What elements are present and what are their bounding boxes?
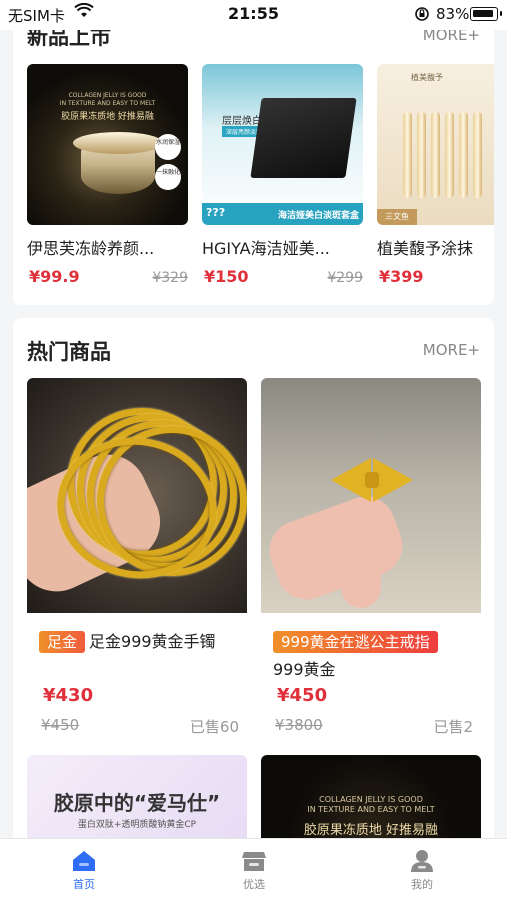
image-banner: ??? 海洁娅美白淡斑套盒 bbox=[202, 203, 363, 225]
new-product-card[interactable]: 植美馥予 三文鱼 植美馥予涂抹 ¥399 bbox=[377, 64, 494, 292]
product-price: ¥99.9 bbox=[29, 267, 80, 286]
image-caption: COLLAGEN JELLY IS GOOD bbox=[319, 795, 423, 804]
finger-graphic bbox=[341, 498, 381, 608]
product-price: ¥399 bbox=[379, 267, 424, 286]
jar-lid-graphic bbox=[73, 132, 163, 154]
product-name: 999黄金 bbox=[273, 660, 336, 679]
vial-graphic bbox=[403, 112, 412, 198]
product-original-price: ¥450 bbox=[41, 716, 80, 734]
image-caption: 层层焕白 bbox=[222, 116, 262, 127]
tab-label: 首页 bbox=[73, 878, 95, 891]
product-original-price: ¥329 bbox=[152, 270, 188, 286]
vial-graphic bbox=[417, 112, 426, 198]
image-caption: IN TEXTURE AND EASY TO MELT bbox=[307, 805, 435, 814]
product-name: 伊思芙冻龄养颜... bbox=[27, 239, 155, 258]
product-price: ¥150 bbox=[204, 267, 249, 286]
product-tag: 999黄金在逃公主戒指 bbox=[273, 631, 438, 653]
image-badge: 水润保湿 bbox=[155, 134, 181, 160]
image-caption: 胶原果冻质地 好推易融 bbox=[303, 823, 439, 838]
image-caption: 胶原中的“爱马仕” bbox=[53, 791, 221, 815]
battery-icon bbox=[470, 7, 502, 21]
hot-products-section: 热门商品 MORE+ 足金 足金999黄金手镯 ¥430 ¥450 已售60 99… bbox=[13, 318, 494, 858]
image-caption: 海洁娅美白淡斑套盒 bbox=[277, 211, 359, 221]
product-sold-count: 已售60 bbox=[189, 718, 239, 736]
product-image: 层层焕白 深层亮颜淡斑 ??? 海洁娅美白淡斑套盒 bbox=[202, 64, 363, 225]
product-original-price: ¥3800 bbox=[275, 716, 323, 734]
tab-label: 我的 bbox=[411, 878, 433, 891]
tab-picks[interactable]: 优选 bbox=[224, 849, 284, 892]
product-image: COLLAGEN JELLY IS GOOD IN TEXTURE AND EAS… bbox=[27, 64, 188, 225]
image-caption: COLLAGEN JELLY IS GOOD bbox=[68, 92, 147, 99]
tab-label: 优选 bbox=[243, 878, 265, 891]
hot-product-card[interactable]: 足金 足金999黄金手镯 ¥430 ¥450 已售60 bbox=[27, 378, 247, 736]
product-image bbox=[27, 378, 247, 613]
new-arrivals-section: 新品上市 MORE+ COLLAGEN JELLY IS GOOD IN TEXT… bbox=[13, 5, 494, 305]
status-bar: 无SIM卡 21:55 83% bbox=[0, 0, 507, 30]
product-sold-count: 已售2 bbox=[433, 718, 473, 736]
product-price: ¥430 bbox=[43, 685, 94, 706]
product-price: ¥450 bbox=[277, 685, 328, 706]
ring-knot-graphic bbox=[365, 472, 379, 488]
gift-box-graphic bbox=[250, 98, 357, 178]
product-image: 植美馥予 三文鱼 bbox=[377, 64, 494, 225]
product-name: HGIYA海洁娅美... bbox=[202, 239, 330, 258]
tab-home[interactable]: 首页 bbox=[54, 849, 114, 892]
hot-product-card[interactable]: 999黄金在逃公主戒指 999黄金 ¥450 ¥3800 已售2 bbox=[261, 378, 481, 736]
ring-bow-graphic bbox=[373, 458, 413, 502]
new-product-card[interactable]: COLLAGEN JELLY IS GOOD IN TEXTURE AND EAS… bbox=[27, 64, 188, 292]
product-title: 足金 足金999黄金手镯 bbox=[39, 628, 239, 656]
product-original-price: ¥299 bbox=[327, 270, 363, 286]
product-title: 999黄金在逃公主戒指 999黄金 bbox=[273, 628, 473, 684]
vial-graphic bbox=[459, 112, 468, 198]
product-name: 足金999黄金手镯 bbox=[89, 632, 216, 651]
hot-products-more-link[interactable]: MORE+ bbox=[423, 341, 480, 359]
image-caption: ??? bbox=[206, 206, 226, 219]
image-caption: 植美馥予 bbox=[411, 73, 443, 82]
image-caption: IN TEXTURE AND EASY TO MELT bbox=[59, 100, 156, 107]
store-icon bbox=[242, 852, 266, 871]
section-title-hot-products: 热门商品 bbox=[27, 340, 111, 364]
user-icon bbox=[411, 850, 433, 872]
product-image bbox=[261, 378, 481, 613]
vial-graphic bbox=[445, 112, 454, 198]
product-name: 植美馥予涂抹 bbox=[377, 239, 474, 258]
image-caption: 蛋白双肽+透明质酸钠黄金CP bbox=[77, 820, 197, 830]
vial-graphic bbox=[431, 112, 440, 198]
new-product-card[interactable]: 层层焕白 深层亮颜淡斑 ??? 海洁娅美白淡斑套盒 HGIYA海洁娅美... ¥… bbox=[202, 64, 363, 292]
home-icon bbox=[73, 851, 95, 871]
hand-graphic bbox=[261, 488, 411, 608]
product-tag: 足金 bbox=[39, 631, 86, 653]
image-caption: 三文鱼 bbox=[377, 209, 417, 225]
battery-percentage: 83% bbox=[436, 5, 470, 23]
vial-graphic bbox=[473, 112, 482, 198]
clock: 21:55 bbox=[228, 4, 279, 23]
image-caption: 胶原果冻质地 好推易融 bbox=[61, 112, 154, 122]
bottom-tab-bar: 首页 优选 我的 bbox=[0, 838, 507, 900]
orientation-lock-icon bbox=[414, 6, 430, 26]
tab-me[interactable]: 我的 bbox=[392, 849, 452, 892]
image-badge: 一抹融化 bbox=[155, 164, 181, 190]
